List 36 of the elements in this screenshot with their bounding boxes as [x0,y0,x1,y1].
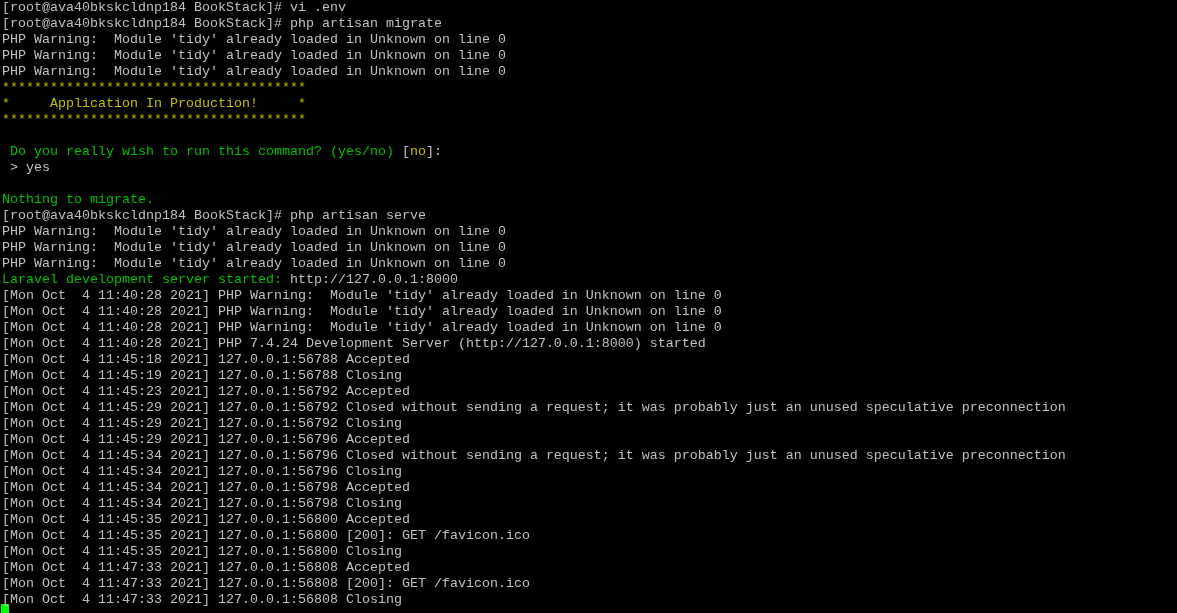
terminal-line: PHP Warning: Module 'tidy' already loaded in Unknown on line 0 [2,224,506,240]
terminal-line: [Mon Oct 4 11:45:29 2021] 127.0.0.1:56792 Closing [2,416,402,432]
terminal-line: [Mon Oct 4 11:40:28 2021] PHP Warning: Module 'tidy' already loaded in Unknown on line 0 [2,304,722,320]
terminal-line: Do you really wish to run this command? (yes/no) [no]: [9,144,442,160]
terminal-line: Laravel development server started: http://127.0.0.1:8000 [2,272,458,288]
terminal-line: [Mon Oct 4 11:47:33 2021] 127.0.0.1:56808 [200]: GET /favicon.ico [2,576,530,592]
terminal-line: [Mon Oct 4 11:47:33 2021] 127.0.0.1:56808 Accepted [2,560,410,576]
terminal-line: PHP Warning: Module 'tidy' already loaded in Unknown on line 0 [2,256,506,272]
terminal-line: [Mon Oct 4 11:45:29 2021] 127.0.0.1:56792 Closed without sending a request; it was probably just an unused speculative preconnection [2,400,1066,416]
terminal-line: [Mon Oct 4 11:40:28 2021] PHP 7.4.24 Development Server (http://127.0.0.1:8000) started [2,336,706,352]
terminal-line: [Mon Oct 4 11:45:18 2021] 127.0.0.1:56788 Accepted [2,352,410,368]
terminal-line: [Mon Oct 4 11:45:35 2021] 127.0.0.1:56800 Accepted [2,512,410,528]
terminal-line: PHP Warning: Module 'tidy' already loaded in Unknown on line 0 [2,48,506,64]
terminal-line: [Mon Oct 4 11:45:35 2021] 127.0.0.1:56800 [200]: GET /favicon.ico [2,528,530,544]
terminal-line: [Mon Oct 4 11:45:34 2021] 127.0.0.1:56796 Closing [2,464,402,480]
terminal-line: * Application In Production! * [2,96,306,112]
terminal-line: PHP Warning: Module 'tidy' already loaded in Unknown on line 0 [2,64,506,80]
terminal-line: [Mon Oct 4 11:45:34 2021] 127.0.0.1:56798 Accepted [2,480,410,496]
terminal-line: [Mon Oct 4 11:40:28 2021] PHP Warning: Module 'tidy' already loaded in Unknown on line 0 [2,320,722,336]
terminal-line: [Mon Oct 4 11:45:35 2021] 127.0.0.1:56800 Closing [2,544,402,560]
terminal-line: ************************************** [2,80,306,96]
terminal-line: [root@ava40bkskcldnp184 BookStack]# php artisan serve [2,208,426,224]
terminal-line: [Mon Oct 4 11:47:33 2021] 127.0.0.1:56808 Closing [2,592,402,608]
terminal-line: PHP Warning: Module 'tidy' already loaded in Unknown on line 0 [2,32,506,48]
terminal-line: [Mon Oct 4 11:45:34 2021] 127.0.0.1:56798 Closing [2,496,402,512]
terminal-line: Nothing to migrate. [2,192,154,208]
terminal-line: [Mon Oct 4 11:45:19 2021] 127.0.0.1:56788 Closing [2,368,402,384]
terminal-line: > yes [9,160,50,176]
terminal-line: [Mon Oct 4 11:45:34 2021] 127.0.0.1:56796 Closed without sending a request; it was probably just an unused speculative preconnection [2,448,1066,464]
terminal-line: [Mon Oct 4 11:40:28 2021] PHP Warning: Module 'tidy' already loaded in Unknown on line 0 [2,288,722,304]
terminal-line: [root@ava40bkskcldnp184 BookStack]# php artisan migrate [2,16,442,32]
terminal-line: [Mon Oct 4 11:45:23 2021] 127.0.0.1:56792 Accepted [2,384,410,400]
terminal-line: ************************************** [2,112,306,128]
terminal-line: [root@ava40bkskcldnp184 BookStack]# vi .env [2,0,346,16]
terminal-line: [Mon Oct 4 11:45:29 2021] 127.0.0.1:56796 Accepted [2,432,410,448]
terminal-line: PHP Warning: Module 'tidy' already loaded in Unknown on line 0 [2,240,506,256]
